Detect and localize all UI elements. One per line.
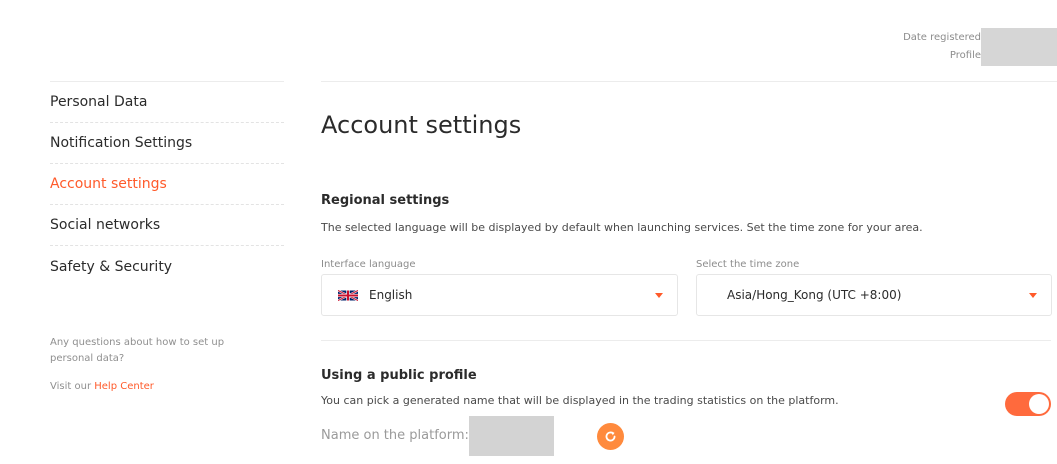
sidebar-item-label: Account settings (50, 176, 167, 192)
timezone-select[interactable]: Asia/Hong_Kong (UTC +8:00) (696, 274, 1052, 316)
interface-language-label: Interface language (321, 259, 416, 270)
sidebar-item-label: Social networks (50, 217, 161, 233)
redacted-platform-name (469, 416, 554, 456)
date-registered-label: Date registered (903, 32, 981, 43)
profile-label: Profile (949, 50, 981, 61)
help-text: Any questions about how to set up person… (50, 337, 225, 364)
refresh-icon (605, 431, 616, 442)
timezone-label: Select the time zone (696, 259, 800, 270)
caret-down-icon (655, 293, 663, 298)
sidebar-item-social-networks[interactable]: Social networks (50, 205, 284, 246)
interface-language-value: English (369, 288, 413, 302)
public-profile-title: Using a public profile (321, 368, 477, 383)
help-center-link[interactable]: Help Center (94, 381, 154, 392)
sidebar-item-label: Personal Data (50, 94, 148, 110)
settings-sidebar: Personal Data Notification Settings Acco… (50, 82, 284, 287)
interface-language-select[interactable]: English (321, 274, 678, 316)
uk-flag-icon (338, 289, 358, 301)
sidebar-item-notification-settings[interactable]: Notification Settings (50, 123, 284, 164)
header-divider (321, 81, 1057, 82)
regional-settings-title: Regional settings (321, 193, 450, 208)
page-title: Account settings (321, 111, 522, 139)
help-prefix: Visit our (50, 381, 92, 392)
regional-settings-description: The selected language will be displayed … (321, 221, 923, 234)
platform-name-label: Name on the platform: (321, 428, 469, 443)
sidebar-item-account-settings[interactable]: Account settings (50, 164, 284, 205)
section-divider (321, 340, 1051, 341)
account-meta: Date registered Profile (903, 29, 981, 65)
redacted-account-info (981, 28, 1057, 66)
help-block: Any questions about how to set up person… (50, 335, 250, 395)
sidebar-item-label: Safety & Security (50, 258, 173, 275)
public-profile-description: You can pick a generated name that will … (321, 394, 839, 407)
toggle-knob (1029, 394, 1049, 414)
sidebar-item-personal-data[interactable]: Personal Data (50, 82, 284, 123)
public-profile-toggle[interactable] (1005, 392, 1051, 416)
sidebar-item-safety-security[interactable]: Safety & Security (50, 246, 284, 287)
timezone-value: Asia/Hong_Kong (UTC +8:00) (727, 288, 902, 302)
regenerate-name-button[interactable] (597, 423, 624, 450)
sidebar-item-label: Notification Settings (50, 135, 193, 151)
caret-down-icon (1029, 293, 1037, 298)
